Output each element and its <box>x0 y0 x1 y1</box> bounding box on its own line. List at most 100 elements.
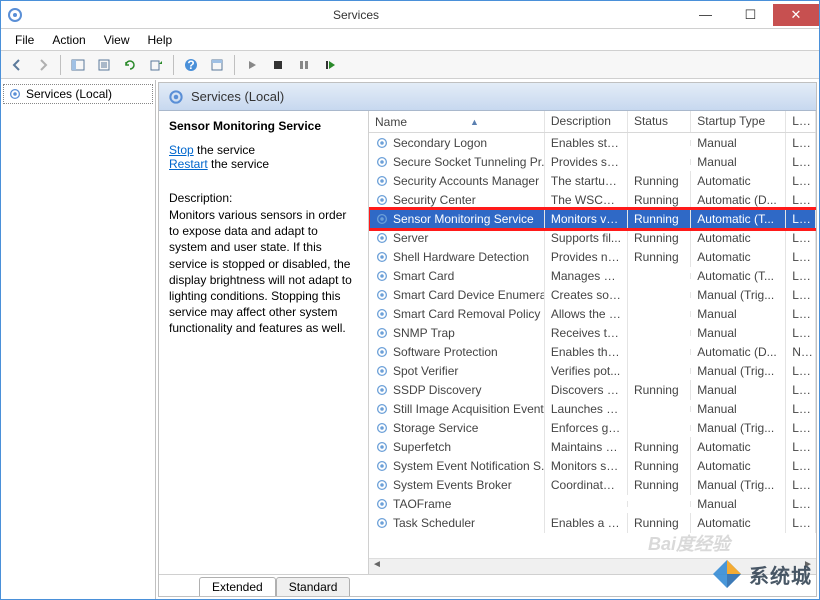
start-service-button[interactable] <box>240 53 264 77</box>
service-row[interactable]: Sensor Monitoring ServiceMonitors va...R… <box>369 209 816 228</box>
back-button[interactable] <box>5 53 29 77</box>
cell-desc: Provides no... <box>545 247 628 267</box>
restart-service-button[interactable] <box>318 53 342 77</box>
stop-service-button[interactable] <box>266 53 290 77</box>
gear-icon <box>375 193 389 207</box>
cell-status <box>628 368 691 374</box>
forward-button[interactable] <box>31 53 55 77</box>
service-row[interactable]: Security Accounts ManagerThe startup ...… <box>369 171 816 190</box>
service-row[interactable]: System Event Notification S...Monitors s… <box>369 456 816 475</box>
tree-pane[interactable]: Services (Local) <box>1 80 156 599</box>
properties-button[interactable] <box>92 53 116 77</box>
service-row[interactable]: Software ProtectionEnables the ...Automa… <box>369 342 816 361</box>
pane-header: Services (Local) <box>159 83 816 111</box>
col-description[interactable]: Description <box>545 111 628 132</box>
cell-logon: Loc <box>786 361 816 381</box>
titlebar[interactable]: Services — ☐ ✕ <box>1 1 819 29</box>
cell-name: Smart Card <box>369 266 545 286</box>
gear-icon <box>375 212 389 226</box>
col-logon[interactable]: Log <box>786 111 816 132</box>
cell-logon: Net <box>786 342 816 362</box>
cell-status: Running <box>628 380 691 400</box>
service-row[interactable]: Security CenterThe WSCSV...RunningAutoma… <box>369 190 816 209</box>
minimize-button[interactable]: — <box>683 4 728 26</box>
restart-link[interactable]: Restart <box>169 157 208 171</box>
gear-icon <box>8 87 22 101</box>
col-startup[interactable]: Startup Type <box>691 111 786 132</box>
toolbar-separator <box>60 55 61 75</box>
window-title: Services <box>29 8 683 22</box>
service-row[interactable]: SSDP DiscoveryDiscovers n...RunningManua… <box>369 380 816 399</box>
scroll-track[interactable] <box>385 559 800 574</box>
cell-desc: Manages ac... <box>545 266 628 286</box>
cell-logon: Loc <box>786 323 816 343</box>
service-row[interactable]: Smart Card Device Enumera...Creates soft… <box>369 285 816 304</box>
service-row[interactable]: Secure Socket Tunneling Pr...Provides su… <box>369 152 816 171</box>
cell-status <box>628 159 691 165</box>
menu-help[interactable]: Help <box>140 31 181 49</box>
view-tabs: Extended Standard <box>159 574 816 596</box>
col-status[interactable]: Status <box>628 111 691 132</box>
cell-logon: Loc <box>786 190 816 210</box>
toolbar-separator-3 <box>234 55 235 75</box>
cell-desc: The startup ... <box>545 171 628 191</box>
cell-startup: Manual <box>691 323 786 343</box>
cell-status: Running <box>628 171 691 191</box>
service-row[interactable]: System Events BrokerCoordinates...Runnin… <box>369 475 816 494</box>
service-row[interactable]: ServerSupports fil...RunningAutomaticLoc <box>369 228 816 247</box>
services-window: Services — ☐ ✕ File Action View Help ? <box>0 0 820 600</box>
service-row[interactable]: Shell Hardware DetectionProvides no...Ru… <box>369 247 816 266</box>
export-button[interactable] <box>144 53 168 77</box>
tab-extended[interactable]: Extended <box>199 577 276 596</box>
cell-desc <box>545 501 628 507</box>
cell-logon: Loc <box>786 399 816 419</box>
list-header: Name▲ Description Status Startup Type Lo… <box>369 111 816 133</box>
cell-startup: Manual (Trig... <box>691 285 786 305</box>
show-hide-tree-button[interactable] <box>66 53 90 77</box>
gear-icon <box>375 421 389 435</box>
cell-desc: The WSCSV... <box>545 190 628 210</box>
cell-name: Secure Socket Tunneling Pr... <box>369 152 545 172</box>
stop-link[interactable]: Stop <box>169 143 194 157</box>
scroll-left-icon[interactable]: ◄ <box>369 559 385 574</box>
menu-view[interactable]: View <box>96 31 138 49</box>
cell-logon: Loc <box>786 152 816 172</box>
service-row[interactable]: SNMP TrapReceives tra...ManualLoc <box>369 323 816 342</box>
col-name[interactable]: Name▲ <box>369 111 545 132</box>
menu-action[interactable]: Action <box>44 31 93 49</box>
cell-name: Server <box>369 228 545 248</box>
maximize-button[interactable]: ☐ <box>728 4 773 26</box>
service-row[interactable]: TAOFrameManualLoc <box>369 494 816 513</box>
cell-desc: Monitors sy... <box>545 456 628 476</box>
tab-standard[interactable]: Standard <box>276 577 351 596</box>
cell-status: Running <box>628 437 691 457</box>
service-row[interactable]: SuperfetchMaintains a...RunningAutomatic… <box>369 437 816 456</box>
service-row[interactable]: Still Image Acquisition EventsLaunches a… <box>369 399 816 418</box>
gear-icon <box>375 516 389 530</box>
service-row[interactable]: Spot VerifierVerifies pot...Manual (Trig… <box>369 361 816 380</box>
refresh-button[interactable] <box>118 53 142 77</box>
pause-service-button[interactable] <box>292 53 316 77</box>
cell-status <box>628 425 691 431</box>
service-row[interactable]: Smart Card Removal PolicyAllows the s...… <box>369 304 816 323</box>
tree-root-item[interactable]: Services (Local) <box>3 84 153 104</box>
service-row[interactable]: Storage ServiceEnforces gr...Manual (Tri… <box>369 418 816 437</box>
menu-file[interactable]: File <box>7 31 42 49</box>
cell-status <box>628 406 691 412</box>
gear-icon <box>375 326 389 340</box>
service-row[interactable]: Smart CardManages ac...Automatic (T...Lo… <box>369 266 816 285</box>
main-pane: Services (Local) Sensor Monitoring Servi… <box>158 82 817 597</box>
list-body[interactable]: Secondary LogonEnables star...ManualLocS… <box>369 133 816 558</box>
cell-logon: Loc <box>786 171 816 191</box>
close-button[interactable]: ✕ <box>773 4 819 26</box>
cell-startup: Automatic <box>691 437 786 457</box>
scroll-right-icon[interactable]: ► <box>800 559 816 574</box>
cell-startup: Manual <box>691 399 786 419</box>
help-button[interactable]: ? <box>179 53 203 77</box>
properties-alt-button[interactable] <box>205 53 229 77</box>
service-row[interactable]: Task SchedulerEnables a us...RunningAuto… <box>369 513 816 532</box>
horizontal-scrollbar[interactable]: ◄ ► <box>369 558 816 574</box>
cell-name: Security Center <box>369 190 545 210</box>
gear-icon <box>375 155 389 169</box>
service-row[interactable]: Secondary LogonEnables star...ManualLoc <box>369 133 816 152</box>
